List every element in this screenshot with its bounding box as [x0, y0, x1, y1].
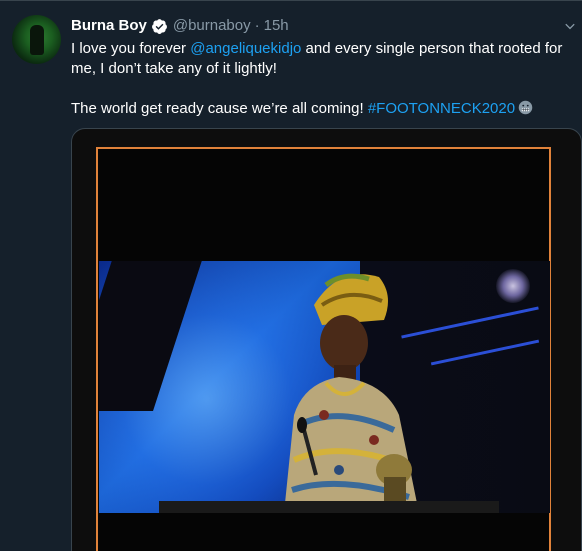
avatar[interactable] [12, 15, 61, 64]
tweet-text: I love you forever @angeliquekidjo and e… [71, 39, 576, 119]
hashtag-link[interactable]: #FOOTONNECK2020 [368, 100, 515, 117]
mention-link[interactable]: @angeliquekidjo [190, 40, 301, 57]
stage-light [496, 269, 530, 303]
author-handle[interactable]: @burnaboy [173, 16, 251, 36]
tweet-paragraph-2: The world get ready cause we’re all comi… [71, 99, 576, 119]
separator-dot: · [254, 17, 260, 34]
text-segment: The world get ready cause we’re all comi… [71, 100, 368, 117]
avatar-figure [30, 25, 44, 55]
lectern-edge [159, 501, 499, 513]
author-name[interactable]: Burna Boy [71, 16, 147, 36]
video-still [99, 261, 550, 513]
text-segment: I love you forever [71, 40, 191, 57]
tweet-timestamp[interactable]: 15h [264, 16, 289, 36]
tweet[interactable]: Burna Boy @burnaboy · 15h I love you for… [0, 0, 582, 551]
tweet-paragraph-1: I love you forever @angeliquekidjo and e… [71, 39, 576, 79]
grimacing-face-emoji-icon [518, 100, 533, 115]
chevron-down-icon[interactable] [562, 19, 578, 35]
tweet-header: Burna Boy @burnaboy · 15h [71, 16, 289, 36]
verified-badge-icon [151, 18, 167, 34]
speaker-figure [284, 273, 419, 513]
tweet-video[interactable] [71, 128, 582, 551]
